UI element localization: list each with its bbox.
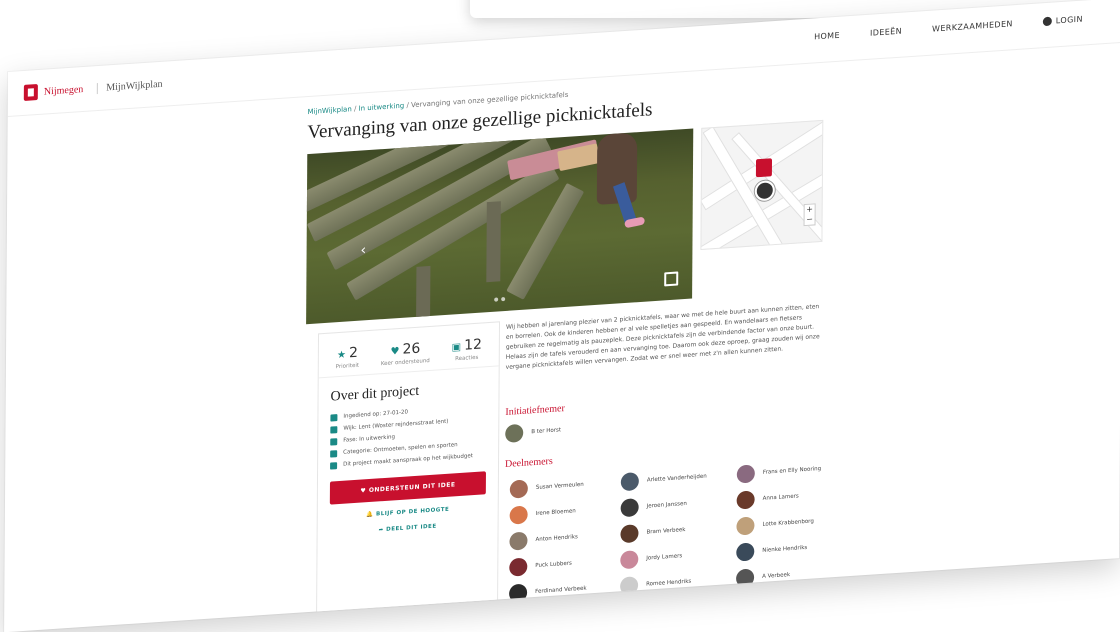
calendar-icon <box>330 414 338 422</box>
follow-button[interactable]: 🔔 BLIJF OP DE HOOGTE <box>318 503 498 521</box>
avatar <box>736 490 755 510</box>
login-label: LOGIN <box>1055 14 1083 26</box>
fullscreen-icon[interactable] <box>664 271 679 287</box>
avatar <box>505 423 524 443</box>
avatar <box>509 479 528 499</box>
share-button[interactable]: ➦ DEEL DIT IDEE <box>318 519 498 537</box>
login-button[interactable]: LOGIN <box>1042 14 1083 27</box>
participant-item[interactable]: A Verbeek <box>736 566 790 588</box>
avatar <box>509 531 528 551</box>
avatar <box>620 472 639 492</box>
nav-work[interactable]: WERKZAAMHEDEN <box>932 19 1013 33</box>
avatar <box>736 542 755 562</box>
category-icon <box>330 450 338 458</box>
logo-site-name: MijnWijkplan <box>97 78 163 94</box>
participant-item[interactable]: Irene Bloemen <box>509 502 576 525</box>
site-logo[interactable]: Nijmegen MijnWijkplan <box>23 76 163 101</box>
participant-item[interactable]: Lotte Krabbenborg <box>736 512 814 536</box>
project-description: Wij hebben al jarenlang plezier van 2 pi… <box>505 303 820 371</box>
participant-item[interactable]: Ferdinand Verbeek <box>509 580 587 603</box>
breadcrumb-section[interactable]: In uitwerking <box>359 102 405 113</box>
participant-item[interactable]: Susan Vermeulen <box>509 476 584 499</box>
about-title: Over dit project <box>330 383 420 405</box>
breadcrumb-root[interactable]: MijnWijkplan <box>308 105 352 116</box>
nav-home[interactable]: HOME <box>814 31 840 42</box>
participant-item[interactable]: Jordy Lamers <box>620 547 682 570</box>
project-map[interactable]: + − <box>700 119 824 250</box>
map-pin-icon <box>755 158 773 178</box>
user-icon <box>1042 16 1052 27</box>
map-location-icon <box>754 180 775 202</box>
stat-priority: ★ 2 Prioriteit <box>335 344 360 371</box>
avatar <box>736 568 755 588</box>
avatar <box>620 498 639 518</box>
avatar <box>620 550 639 570</box>
carousel-prev-icon[interactable]: ‹ <box>361 242 367 258</box>
avatar <box>736 464 755 484</box>
participant-item[interactable]: Nienke Hendriks <box>736 539 807 562</box>
pencil-icon <box>330 438 338 446</box>
project-sidecard: ★ 2 Prioriteit ♥ 26 Keer ondersteund ▣ 12 R… <box>316 321 501 616</box>
participant-item[interactable]: Puck Lubbers <box>509 555 572 577</box>
avatar <box>736 516 755 536</box>
participant-item[interactable]: Anton Hendriks <box>509 528 578 551</box>
participant-item[interactable]: Romee Hendriks <box>620 573 691 596</box>
participant-item[interactable]: Anna Lamers <box>736 487 799 510</box>
stat-support: ♥ 26 Keer ondersteund <box>380 340 430 368</box>
stat-comments: ▣ 12 Reacties <box>451 336 483 363</box>
participants-title: Deelnemers <box>504 455 553 470</box>
comment-icon: ▣ <box>451 341 462 354</box>
project-photo-carousel[interactable]: ‹ <box>306 128 694 325</box>
avatar <box>620 524 639 544</box>
location-icon <box>330 426 338 434</box>
star-icon: ★ <box>336 349 347 362</box>
nav-ideas[interactable]: IDEEËN <box>870 27 902 38</box>
initiator-title: Initiatiefnemer <box>505 403 565 418</box>
euro-icon <box>330 462 338 470</box>
avatar <box>620 576 639 596</box>
project-stats: ★ 2 Prioriteit ♥ 26 Keer ondersteund ▣ 12 R… <box>318 322 500 379</box>
carousel-dots[interactable] <box>494 296 506 302</box>
browser-screen: Nijmegen MijnWijkplan HOME IDEEËN WERKZA… <box>4 0 1120 632</box>
avatar <box>509 557 528 577</box>
initiator-row[interactable]: B ter Horst <box>505 421 561 443</box>
participant-item[interactable]: Jeroen Janssen <box>620 495 687 518</box>
participant-item[interactable]: Bram Verbeek <box>620 521 685 544</box>
support-button[interactable]: ♥ ONDERSTEUN DIT IDEE <box>329 471 486 505</box>
map-zoom-controls[interactable]: + − <box>803 203 816 227</box>
participant-item[interactable]: Arlette Vanderheijden <box>620 468 707 492</box>
participant-item[interactable]: Frans en Elly Nooring <box>736 460 821 484</box>
nijmegen-logo-icon <box>23 84 38 101</box>
avatar <box>509 583 528 603</box>
logo-brand: Nijmegen <box>43 83 84 98</box>
avatar <box>509 505 528 525</box>
heart-icon: ♥ <box>390 345 400 358</box>
main-nav: HOME IDEEËN WERKZAAMHEDEN LOGIN <box>814 15 1083 42</box>
